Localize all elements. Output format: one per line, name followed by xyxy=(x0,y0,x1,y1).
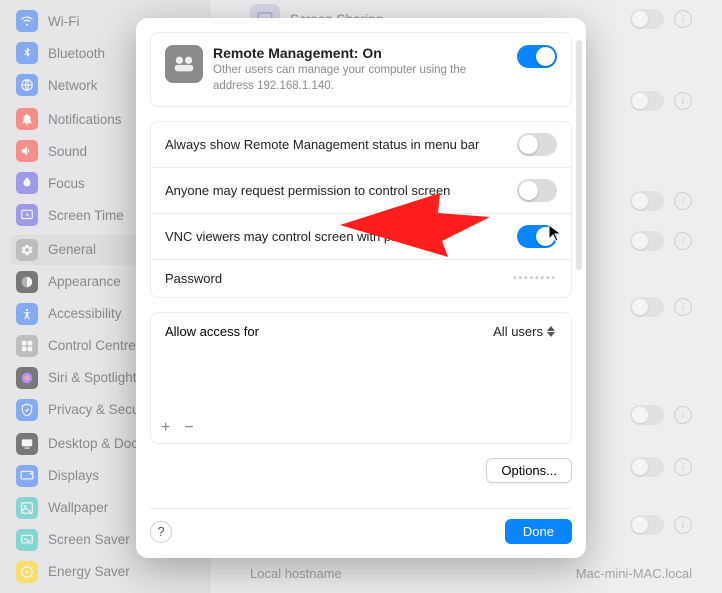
local-hostname-label: Local hostname xyxy=(250,566,342,581)
help-button[interactable]: ? xyxy=(150,521,172,543)
displays-icon xyxy=(16,465,38,487)
info-icon[interactable]: i xyxy=(674,92,692,110)
done-button[interactable]: Done xyxy=(505,519,572,544)
toggle[interactable] xyxy=(630,231,664,251)
toggle[interactable] xyxy=(630,405,664,425)
info-icon[interactable]: i xyxy=(674,192,692,210)
remote-management-icon xyxy=(165,45,203,83)
remote-management-modal: Remote Management: On Other users can ma… xyxy=(136,18,586,558)
scrollbar[interactable] xyxy=(576,40,582,270)
vnc-password-toggle[interactable] xyxy=(517,225,557,248)
screentime-icon xyxy=(16,204,38,226)
info-icon[interactable]: i xyxy=(674,298,692,316)
info-icon[interactable]: i xyxy=(674,516,692,534)
toggle[interactable] xyxy=(630,457,664,477)
focus-icon xyxy=(16,172,38,194)
gear-icon xyxy=(16,239,38,261)
accessibility-icon xyxy=(16,303,38,325)
allow-access-select[interactable]: All users xyxy=(493,324,557,339)
privacy-icon xyxy=(16,399,38,421)
toggle[interactable] xyxy=(630,515,664,535)
chevron-updown-icon xyxy=(547,326,557,337)
toggle[interactable] xyxy=(630,91,664,111)
row-label-vnc: VNC viewers may control screen with pass… xyxy=(165,229,440,244)
row-label-permission: Anyone may request permission to control… xyxy=(165,183,450,198)
screensaver-icon xyxy=(16,529,38,551)
sound-icon xyxy=(16,140,38,162)
toggle[interactable] xyxy=(630,191,664,211)
password-field[interactable]: •••••••• xyxy=(513,273,557,284)
modal-title: Remote Management: On xyxy=(213,45,507,61)
anyone-permission-toggle[interactable] xyxy=(517,179,557,202)
siri-icon xyxy=(16,367,38,389)
bluetooth-icon xyxy=(16,42,38,64)
controlcenter-icon xyxy=(16,335,38,357)
desktop-icon xyxy=(16,433,38,455)
remote-management-toggle[interactable] xyxy=(517,45,557,68)
info-icon[interactable]: i xyxy=(674,232,692,250)
local-hostname-value: Mac-mini-MAC.local xyxy=(576,566,692,581)
password-label: Password xyxy=(165,271,222,286)
bell-icon xyxy=(16,108,38,130)
allow-access-label: Allow access for xyxy=(165,324,259,339)
sidebar-item-energy-saver[interactable]: Energy Saver xyxy=(10,557,199,587)
remove-user-button[interactable]: − xyxy=(184,419,193,437)
wallpaper-icon xyxy=(16,497,38,519)
appearance-icon xyxy=(16,271,38,293)
network-icon xyxy=(16,74,38,96)
add-user-button[interactable]: + xyxy=(161,419,170,437)
modal-subtitle: Other users can manage your computer usi… xyxy=(213,63,507,94)
info-icon[interactable]: i xyxy=(674,10,692,28)
section-title: Computer Information xyxy=(150,497,572,508)
toggle[interactable] xyxy=(630,297,664,317)
row-label-menubar: Always show Remote Management status in … xyxy=(165,137,479,152)
energy-icon xyxy=(16,561,38,583)
info-icon[interactable]: i xyxy=(674,458,692,476)
info-icon[interactable]: i xyxy=(674,406,692,424)
menubar-status-toggle[interactable] xyxy=(517,133,557,156)
toggle[interactable] xyxy=(630,9,664,29)
wifi-icon xyxy=(16,10,38,32)
options-button[interactable]: Options... xyxy=(486,458,572,483)
